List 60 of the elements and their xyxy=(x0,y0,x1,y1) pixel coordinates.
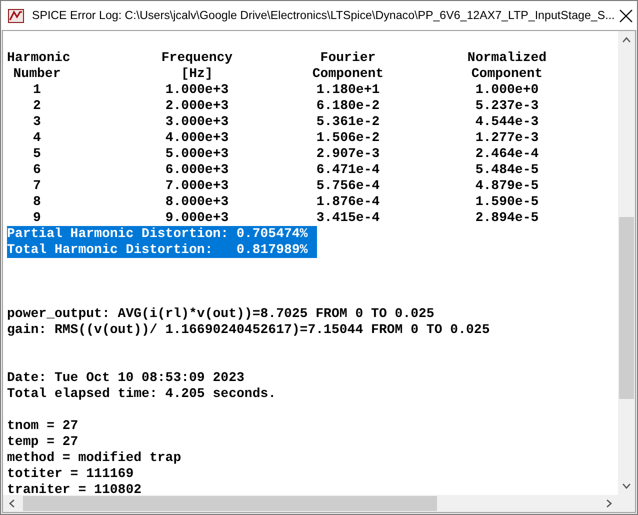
log-line: method = modified trap xyxy=(7,450,182,466)
table-cell-text: 5.756e-4 xyxy=(315,178,381,194)
table-cell-text: 1.000e+0 xyxy=(474,82,540,98)
log-line: Date: Tue Oct 10 08:53:09 2023 xyxy=(7,370,246,386)
table-cell-text: 6.471e-4 xyxy=(315,162,381,178)
table-cell-text: 1.590e-5 xyxy=(474,194,540,210)
table-cell-text: 2.000e+3 xyxy=(164,98,230,114)
column-header: Component xyxy=(311,66,385,82)
table-cell-text: 5.237e-3 xyxy=(474,98,540,114)
table-cell-text: 9.000e+3 xyxy=(164,210,230,226)
table-cell-text: 1.876e-4 xyxy=(315,194,381,210)
table-cell-text: 2.464e-4 xyxy=(474,146,540,162)
table-cell-text: 1.277e-3 xyxy=(474,130,540,146)
column-header: Component xyxy=(470,66,544,82)
table-cell-text: 3.415e-4 xyxy=(315,210,381,226)
table-cell-text: 5 xyxy=(32,146,42,162)
table-cell-text: 1 xyxy=(32,82,42,98)
column-header: [Hz] xyxy=(180,66,214,82)
table-cell-text: 5.361e-2 xyxy=(315,114,381,130)
column-header: Harmonic xyxy=(7,50,67,66)
table-cell-text: 6.180e-2 xyxy=(315,98,381,114)
column-header: Frequency xyxy=(160,50,234,66)
log-line: power_output: AVG(i(rl)*v(out))=8.7025 FROM 0 TO 0.025 xyxy=(7,306,436,322)
table-cell-text: 4.544e-3 xyxy=(474,114,540,130)
table-cell-text: 7.000e+3 xyxy=(164,178,230,194)
scrollbar-thumb[interactable] xyxy=(619,217,634,399)
column-header: Normalized xyxy=(466,50,548,66)
column-header: Number xyxy=(12,66,62,82)
table-cell-text: 8 xyxy=(32,194,42,210)
table-cell-text: 6 xyxy=(32,162,42,178)
log-line: gain: RMS((v(out))/ 1.16690240452617)=7.15044 FROM 0 TO 0.025 xyxy=(7,322,490,338)
table-cell-text: 4.879e-5 xyxy=(474,178,540,194)
table-cell-text: 6.000e+3 xyxy=(164,162,230,178)
table-cell-text: 4.000e+3 xyxy=(164,130,230,146)
table-cell-text: 4 xyxy=(32,130,42,146)
table-cell-text: 1.506e-2 xyxy=(315,130,381,146)
horizontal-scrollbar[interactable] xyxy=(3,495,618,512)
window-title: SPICE Error Log: C:\Users\jcalv\Google Drive\Electronics\LTSpice\Dynaco\PP_6V6_12AX7_LTP_InputStage_S... xyxy=(32,9,615,22)
log-line: traniter = 110802 xyxy=(7,482,143,495)
log-line: Total elapsed time: 4.205 seconds. xyxy=(7,386,276,402)
table-cell-text: 3.000e+3 xyxy=(164,114,230,130)
log-line: temp = 27 xyxy=(7,434,80,450)
close-icon xyxy=(618,8,633,22)
column-header: Fourier xyxy=(319,50,377,66)
vertical-scrollbar[interactable] xyxy=(618,31,635,495)
log-line: totiter = 111169 xyxy=(7,466,135,482)
table-cell-text: 5.484e-5 xyxy=(474,162,540,178)
table-cell-text: 1.000e+3 xyxy=(164,82,230,98)
log-line: tnom = 27 xyxy=(7,418,80,434)
table-cell-text: 2.907e-3 xyxy=(315,146,381,162)
table-cell-text: 3 xyxy=(32,114,42,130)
table-cell-text: 9 xyxy=(32,210,42,226)
table-cell-text: 5.000e+3 xyxy=(164,146,230,162)
table-cell-text: 1.180e+1 xyxy=(315,82,381,98)
table-cell-text: 7 xyxy=(32,178,42,194)
table-cell-text: 2 xyxy=(32,98,42,114)
table-cell-text: 2.894e-5 xyxy=(474,210,540,226)
app-logo-icon xyxy=(8,8,24,22)
table-cell-text: 8.000e+3 xyxy=(164,194,230,210)
scrollbar-thumb[interactable] xyxy=(23,496,437,511)
